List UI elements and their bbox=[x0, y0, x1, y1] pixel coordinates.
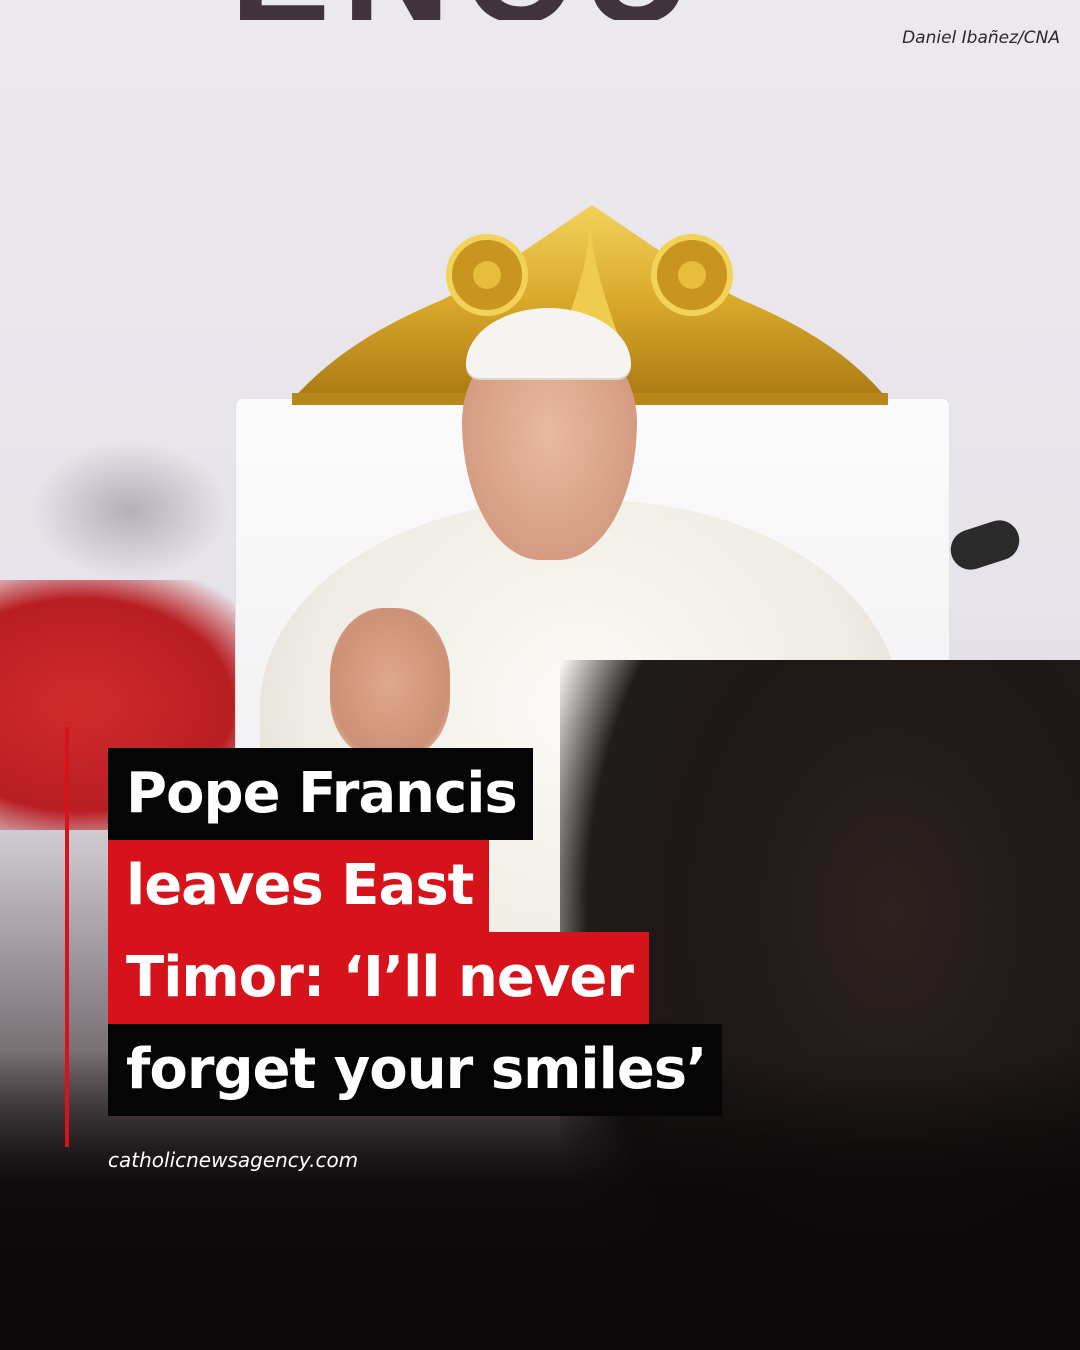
headline-line-4: forget your smiles’ bbox=[108, 1024, 723, 1116]
background-banner-lettering: ENCU bbox=[230, 0, 1070, 20]
source-url: catholicnewsagency.com bbox=[108, 1148, 359, 1172]
headline-line-3: Timor: ‘I’ll never bbox=[108, 932, 649, 1024]
background-silhouette bbox=[30, 440, 230, 580]
headline-line-2: leaves East bbox=[108, 840, 490, 932]
waving-hand bbox=[330, 608, 450, 758]
headline: Pope Francis leaves East Timor: ‘I’ll ne… bbox=[108, 748, 723, 1116]
microphone bbox=[945, 515, 1025, 575]
news-card: ENCU Daniel Ibañez/CNA Pope Francis leav… bbox=[0, 0, 1080, 1350]
red-accent-rule bbox=[65, 727, 69, 1147]
headline-line-1: Pope Francis bbox=[108, 748, 533, 840]
photo-credit: Daniel Ibañez/CNA bbox=[902, 28, 1060, 48]
